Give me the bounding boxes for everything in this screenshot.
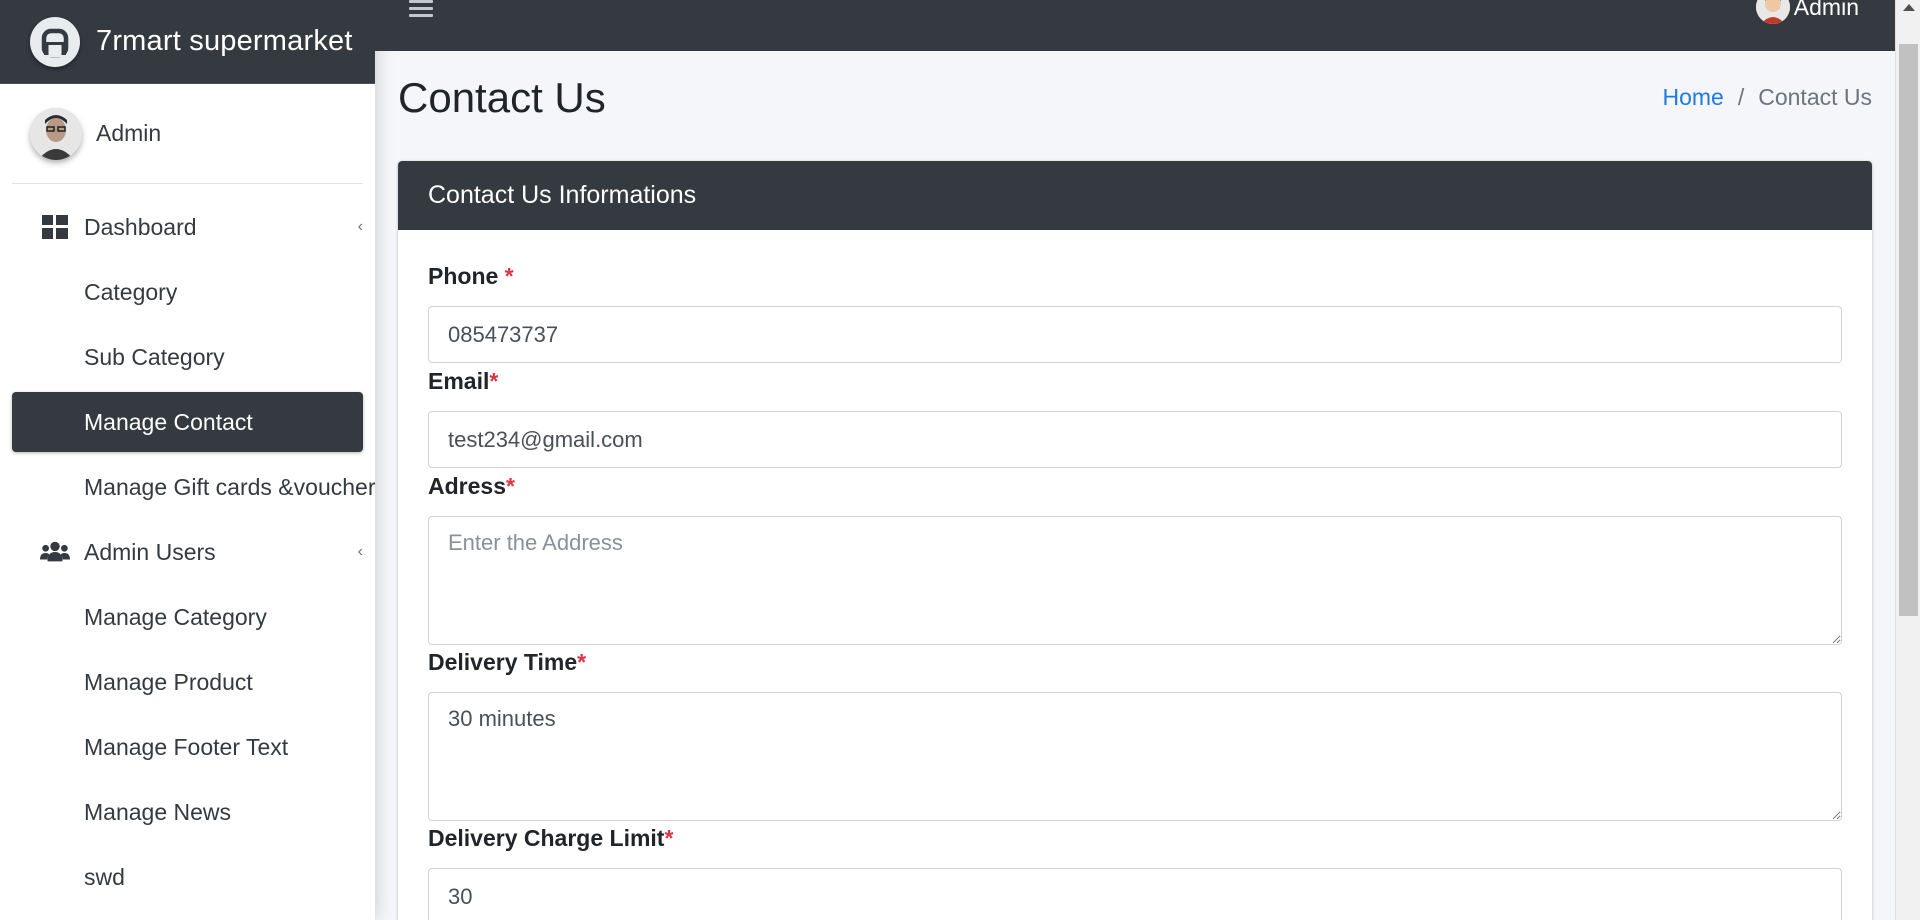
delivery-time-label: Delivery Time* bbox=[428, 649, 586, 676]
scroll-thumb[interactable] bbox=[1899, 44, 1918, 616]
email-label: Email* bbox=[428, 368, 498, 395]
address-field[interactable] bbox=[428, 516, 1842, 645]
scroll-up-arrow-icon[interactable] bbox=[1903, 4, 1915, 11]
sidebar-item-admin-users[interactable]: Admin Users ‹ bbox=[12, 522, 363, 582]
page-scrollbar[interactable] bbox=[1895, 0, 1920, 920]
contact-info-card: Contact Us Informations Phone * Email* A… bbox=[398, 161, 1872, 920]
sidebar-item-sub-category[interactable]: Sub Category bbox=[12, 327, 363, 387]
sidebar-item-dashboard[interactable]: Dashboard ‹ bbox=[12, 197, 363, 257]
chevron-left-icon: ‹ bbox=[357, 218, 363, 235]
sidebar-item-label: Sub Category bbox=[84, 343, 225, 370]
menu-toggle-icon[interactable] bbox=[409, 0, 433, 20]
required-mark: * bbox=[664, 825, 674, 851]
user-name: Admin bbox=[96, 120, 162, 146]
delivery-time-label-text: Delivery Time bbox=[428, 649, 578, 675]
address-label: Adress* bbox=[428, 473, 515, 500]
users-icon bbox=[40, 537, 70, 567]
sidebar-item-category[interactable]: Category bbox=[12, 262, 363, 322]
delivery-charge-limit-field[interactable] bbox=[428, 868, 1842, 920]
required-mark: * bbox=[505, 473, 515, 499]
sidebar-item-label: Manage Contact bbox=[84, 408, 253, 435]
breadcrumb-separator: / bbox=[1737, 84, 1745, 110]
dashboard-icon bbox=[40, 212, 70, 242]
phone-label: Phone * bbox=[428, 263, 514, 290]
sidebar-item-label: Manage News bbox=[84, 798, 232, 825]
sidebar-item-label: Manage Category bbox=[84, 603, 267, 630]
sidebar-item-swd[interactable]: swd bbox=[12, 847, 363, 907]
email-field[interactable] bbox=[428, 411, 1842, 468]
sidebar-item-label: swd bbox=[84, 863, 125, 890]
email-label-text: Email bbox=[428, 368, 490, 394]
brand-logo-icon bbox=[30, 16, 80, 67]
breadcrumb: Home / Contact Us bbox=[1662, 84, 1872, 111]
sidebar-item-label: Dashboard bbox=[84, 213, 197, 240]
sidebar-item-manage-gift-cards[interactable]: Manage Gift cards &voucher bbox=[12, 457, 375, 517]
sidebar-item-manage-footer-text[interactable]: Manage Footer Text bbox=[12, 717, 363, 777]
sidebar-item-label: Manage Product bbox=[84, 668, 253, 695]
sidebar-item-label: Admin Users bbox=[84, 538, 216, 565]
sidebar-item-manage-product[interactable]: Manage Product bbox=[12, 652, 363, 712]
card-header: Contact Us Informations bbox=[398, 161, 1872, 230]
required-mark: * bbox=[504, 263, 514, 289]
top-navbar: Admin bbox=[375, 0, 1895, 51]
required-mark: * bbox=[577, 649, 587, 675]
brand-name: 7rmart supermarket bbox=[96, 25, 353, 57]
breadcrumb-home-link[interactable]: Home bbox=[1662, 84, 1723, 111]
phone-field[interactable] bbox=[428, 306, 1842, 363]
sidebar-item-label: Manage Footer Text bbox=[84, 733, 289, 760]
sidebar: 7rmart supermarket Admin Dashboard ‹ Cat… bbox=[0, 0, 375, 920]
card-title: Contact Us Informations bbox=[428, 181, 697, 209]
delivery-charge-limit-label-text: Delivery Charge Limit bbox=[428, 825, 665, 851]
sidebar-item-label: Category bbox=[84, 278, 178, 305]
sidebar-item-manage-news[interactable]: Manage News bbox=[12, 782, 363, 842]
user-avatar bbox=[30, 107, 82, 160]
brand-link[interactable]: 7rmart supermarket bbox=[0, 0, 375, 84]
phone-label-text: Phone bbox=[428, 263, 499, 289]
sidebar-item-manage-category[interactable]: Manage Category bbox=[12, 587, 363, 647]
required-mark: * bbox=[489, 368, 499, 394]
top-user-name: Admin bbox=[1793, 0, 1859, 20]
content-header: Contact Us Home / Contact Us bbox=[398, 74, 1872, 130]
avatar bbox=[1755, 0, 1790, 24]
sidebar-nav: Dashboard ‹ Category Sub Category Manage… bbox=[0, 197, 375, 907]
user-panel[interactable]: Admin bbox=[12, 84, 363, 184]
address-label-text: Adress bbox=[428, 473, 506, 499]
breadcrumb-current: Contact Us bbox=[1758, 84, 1872, 110]
sidebar-item-manage-contact[interactable]: Manage Contact bbox=[12, 392, 363, 452]
chevron-left-icon: ‹ bbox=[357, 543, 363, 560]
sidebar-item-label: Manage Gift cards &voucher bbox=[84, 473, 375, 500]
delivery-time-field[interactable]: 30 minutes bbox=[428, 692, 1842, 821]
page-title: Contact Us bbox=[398, 74, 606, 121]
user-menu[interactable]: Admin bbox=[1755, 0, 1859, 24]
delivery-charge-limit-label: Delivery Charge Limit* bbox=[428, 825, 673, 852]
